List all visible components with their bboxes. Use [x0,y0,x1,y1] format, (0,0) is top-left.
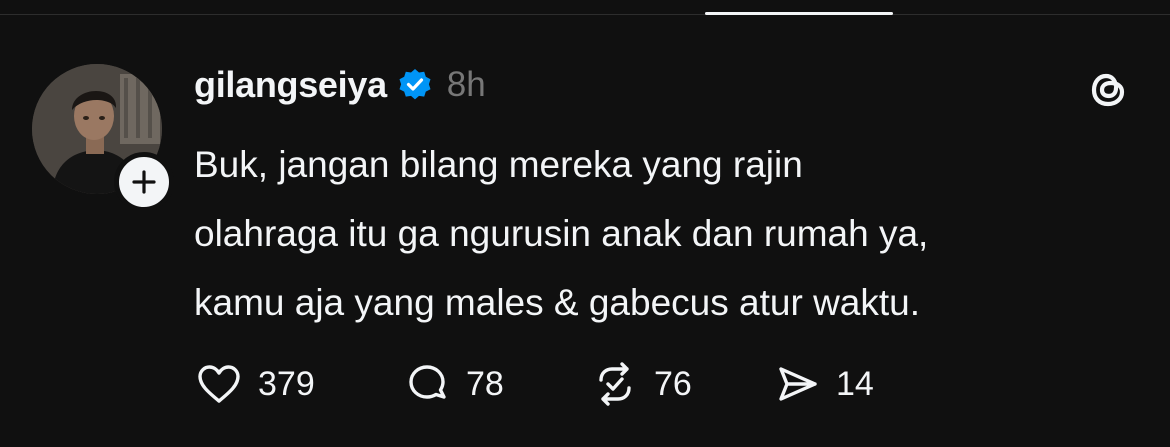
like-count: 379 [258,364,315,403]
repost-icon [590,359,640,409]
post-body: Buk, jangan bilang mereka yang rajin ola… [194,130,1124,337]
follow-button[interactable] [114,152,174,212]
send-icon [772,359,822,409]
reply-count: 78 [466,364,504,403]
active-tab-indicator [705,12,893,15]
share-count: 14 [836,364,874,403]
post-timestamp: 8h [446,65,486,104]
threads-post-screen: gilangseiya 8h Buk, jangan bilang mereka… [0,0,1170,447]
post-header: gilangseiya 8h [194,62,486,108]
speech-bubble-icon [402,359,452,409]
threads-logo-icon[interactable] [1083,64,1133,114]
post-actions: 379 78 76 14 [194,358,874,410]
post-text-line: Buk, jangan bilang mereka yang rajin [194,144,803,185]
repost-button[interactable]: 76 [590,359,772,409]
post-text-line: olahraga itu ga ngurusin anak dan rumah … [194,213,929,254]
plus-icon [132,170,156,194]
post-text-line: kamu aja yang males & gabecus atur waktu… [194,282,920,323]
top-divider [0,14,1170,15]
reply-button[interactable]: 78 [402,359,590,409]
repost-count: 76 [654,364,692,403]
username-link[interactable]: gilangseiya [194,64,387,106]
like-button[interactable]: 379 [194,359,402,409]
verified-badge-icon [397,67,433,103]
heart-icon [194,359,244,409]
share-button[interactable]: 14 [772,359,874,409]
